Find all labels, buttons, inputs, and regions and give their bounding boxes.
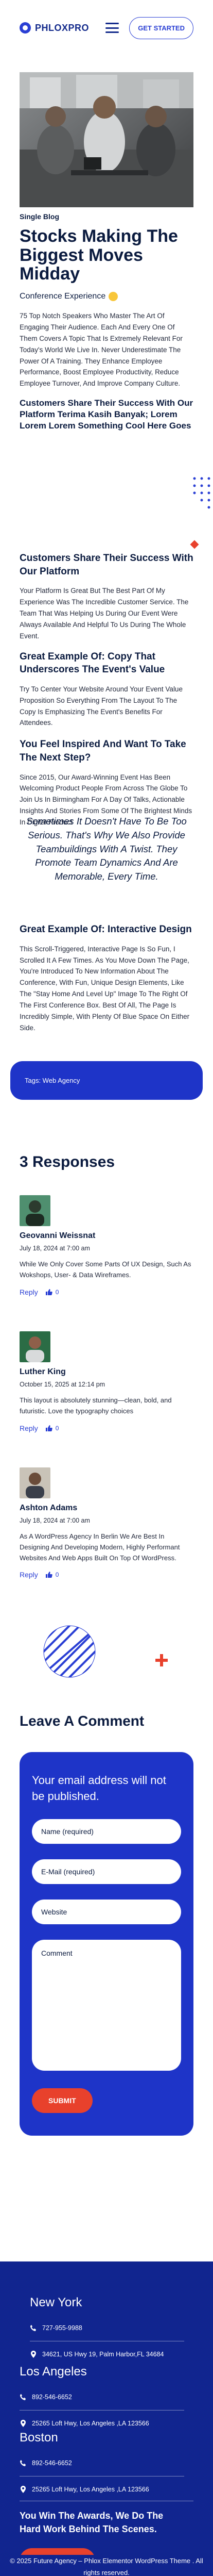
subheading-interactive: Great Example Of: Interactive Design xyxy=(20,924,192,935)
experience-label: Conference Experience xyxy=(20,292,106,301)
office-address: 25265 Loft Hwy, Los Angeles ,LA 123566 xyxy=(32,2486,149,2493)
paragraph-platform: Your Platform Is Great But The Best Part… xyxy=(20,587,189,640)
office-phone[interactable]: 892-546-6652 xyxy=(32,2393,72,2401)
paragraph-center-value: Try To Center Your Website Around Your E… xyxy=(20,685,183,727)
avatar xyxy=(20,1467,50,1498)
office-boston: Boston 892-546-6652 25265 Loft Hwy, Los … xyxy=(20,2431,184,2493)
name-field[interactable] xyxy=(32,1819,181,1844)
subheading-success: Customers Share Their Success With Our P… xyxy=(20,553,193,577)
menu-icon[interactable] xyxy=(105,23,119,33)
leave-comment-title: Leave A Comment xyxy=(20,1713,145,1729)
reply-link[interactable]: Reply xyxy=(20,1424,38,1432)
striped-circle-icon xyxy=(43,1625,96,1678)
comment-form: Your email address will not be published… xyxy=(20,1752,193,2136)
office-phone[interactable]: 892-546-6652 xyxy=(32,2459,72,2467)
post-title: Stocks Making The Biggest Moves Midday xyxy=(20,226,178,284)
comment-date: October 15, 2025 at 12:14 pm xyxy=(20,1381,105,1388)
phone-icon xyxy=(30,2325,36,2331)
thumbs-up-icon xyxy=(45,1572,52,1578)
comment-field[interactable] xyxy=(32,1939,181,2071)
site-footer: New York 727-955-9988 34621, US Hwy 19, … xyxy=(0,2261,213,2576)
website-field[interactable] xyxy=(32,1899,181,1924)
office-new-york: New York 727-955-9988 34621, US Hwy 19, … xyxy=(30,2296,184,2358)
like-button[interactable]: 0 xyxy=(45,1289,59,1296)
subheading-inspired: You Feel Inspired And Want To Take The N… xyxy=(20,739,186,763)
decorative-dots-icon xyxy=(193,477,210,509)
comment-date: July 18, 2024 at 7:00 am xyxy=(20,1245,90,1252)
intro-paragraph: 75 Top Notch Speakers Who Master The Art… xyxy=(20,312,183,388)
hero-image xyxy=(20,72,193,207)
tags-bar: Tags: Web Agency xyxy=(10,1061,203,1100)
post-category: Single Blog xyxy=(20,212,59,221)
office-los-angeles: Los Angeles 892-546-6652 25265 Loft Hwy,… xyxy=(20,2365,184,2427)
article: Single Blog Stocks Making The Biggest Mo… xyxy=(20,212,193,432)
logo-icon xyxy=(20,22,31,34)
comment-text: This layout is absolutely stunning—clean… xyxy=(20,1396,172,1415)
office-city: Los Angeles xyxy=(20,2365,87,2379)
paragraph-scroll: This Scroll-Triggered, Interactive Page … xyxy=(20,945,190,1032)
smile-emoji-icon xyxy=(109,292,118,302)
location-pin-icon xyxy=(21,2420,26,2427)
site-header: PHLOXPRO GET STARTED xyxy=(0,0,213,56)
avatar xyxy=(20,1195,50,1226)
award-text: You Win The Awards, We Do The Hard Work … xyxy=(20,2511,164,2535)
experience-line: Conference Experience xyxy=(20,292,193,302)
avatar xyxy=(20,1331,50,1362)
office-city: New York xyxy=(30,2296,82,2309)
subheading-copy-value: Great Example Of: Copy That Underscores … xyxy=(20,651,165,675)
tag-web-agency[interactable]: Tags: Web Agency xyxy=(25,1077,80,1084)
thumbs-up-icon xyxy=(45,1289,52,1295)
article-continued: Customers Share Their Success With Our P… xyxy=(20,552,194,828)
thumbs-up-icon xyxy=(45,1425,52,1431)
blockquote: Sometimes It Doesn't Have To Be Too Seri… xyxy=(26,816,187,882)
reply-link[interactable]: Reply xyxy=(20,1288,38,1296)
comment-author: Luther King xyxy=(20,1367,66,1376)
phone-icon xyxy=(20,2394,26,2400)
comment-author: Ashton Adams xyxy=(20,1504,78,1512)
office-city: Boston xyxy=(20,2431,58,2445)
like-button[interactable]: 0 xyxy=(45,1571,59,1578)
comment-text: While We Only Cover Some Parts Of UX Des… xyxy=(20,1260,191,1279)
reply-link[interactable]: Reply xyxy=(20,1571,38,1579)
subheading-success-cool: Customers Share Their Success With Our P… xyxy=(20,398,193,431)
comment-1: Geovanni Weissnat July 18, 2024 at 7:00 … xyxy=(20,1195,194,1296)
location-pin-icon xyxy=(31,2351,36,2358)
comment-author: Geovanni Weissnat xyxy=(20,1231,96,1240)
comment-3: Ashton Adams July 18, 2024 at 7:00 am As… xyxy=(20,1467,194,1579)
interactive-section: Great Example Of: Interactive Design Thi… xyxy=(20,923,193,1034)
location-pin-icon xyxy=(21,2486,26,2493)
submit-button[interactable]: SUBMIT xyxy=(32,2088,93,2113)
comments-title: 3 Responses xyxy=(20,1153,115,1170)
page: PHLOXPRO GET STARTED Single Blog Stocks … xyxy=(0,0,213,2576)
phone-icon xyxy=(20,2460,26,2466)
logo-text: PHLOXPRO xyxy=(35,22,90,33)
get-started-button[interactable]: GET STARTED xyxy=(129,16,193,39)
orange-star-icon xyxy=(190,540,199,549)
office-address: 25265 Loft Hwy, Los Angeles ,LA 123566 xyxy=(32,2420,149,2427)
form-heading: Your email address will not be published… xyxy=(32,1774,166,1803)
logo[interactable]: PHLOXPRO xyxy=(20,22,89,34)
like-button[interactable]: 0 xyxy=(45,1425,59,1432)
comment-text: As A WordPress Agency In Berlin We Are B… xyxy=(20,1532,180,1562)
office-address: 34621, US Hwy 19, Palm Harbor,FL 34684 xyxy=(42,2351,164,2358)
office-phone[interactable]: 727-955-9988 xyxy=(42,2324,82,2332)
copyright: © 2025 Future Agency – Phlox Elementor W… xyxy=(0,2555,213,2576)
comment-2: Luther King October 15, 2025 at 12:14 pm… xyxy=(20,1331,194,1432)
email-field[interactable] xyxy=(32,1859,181,1884)
red-cross-icon xyxy=(155,1654,168,1666)
comment-date: July 18, 2024 at 7:00 am xyxy=(20,1517,90,1524)
